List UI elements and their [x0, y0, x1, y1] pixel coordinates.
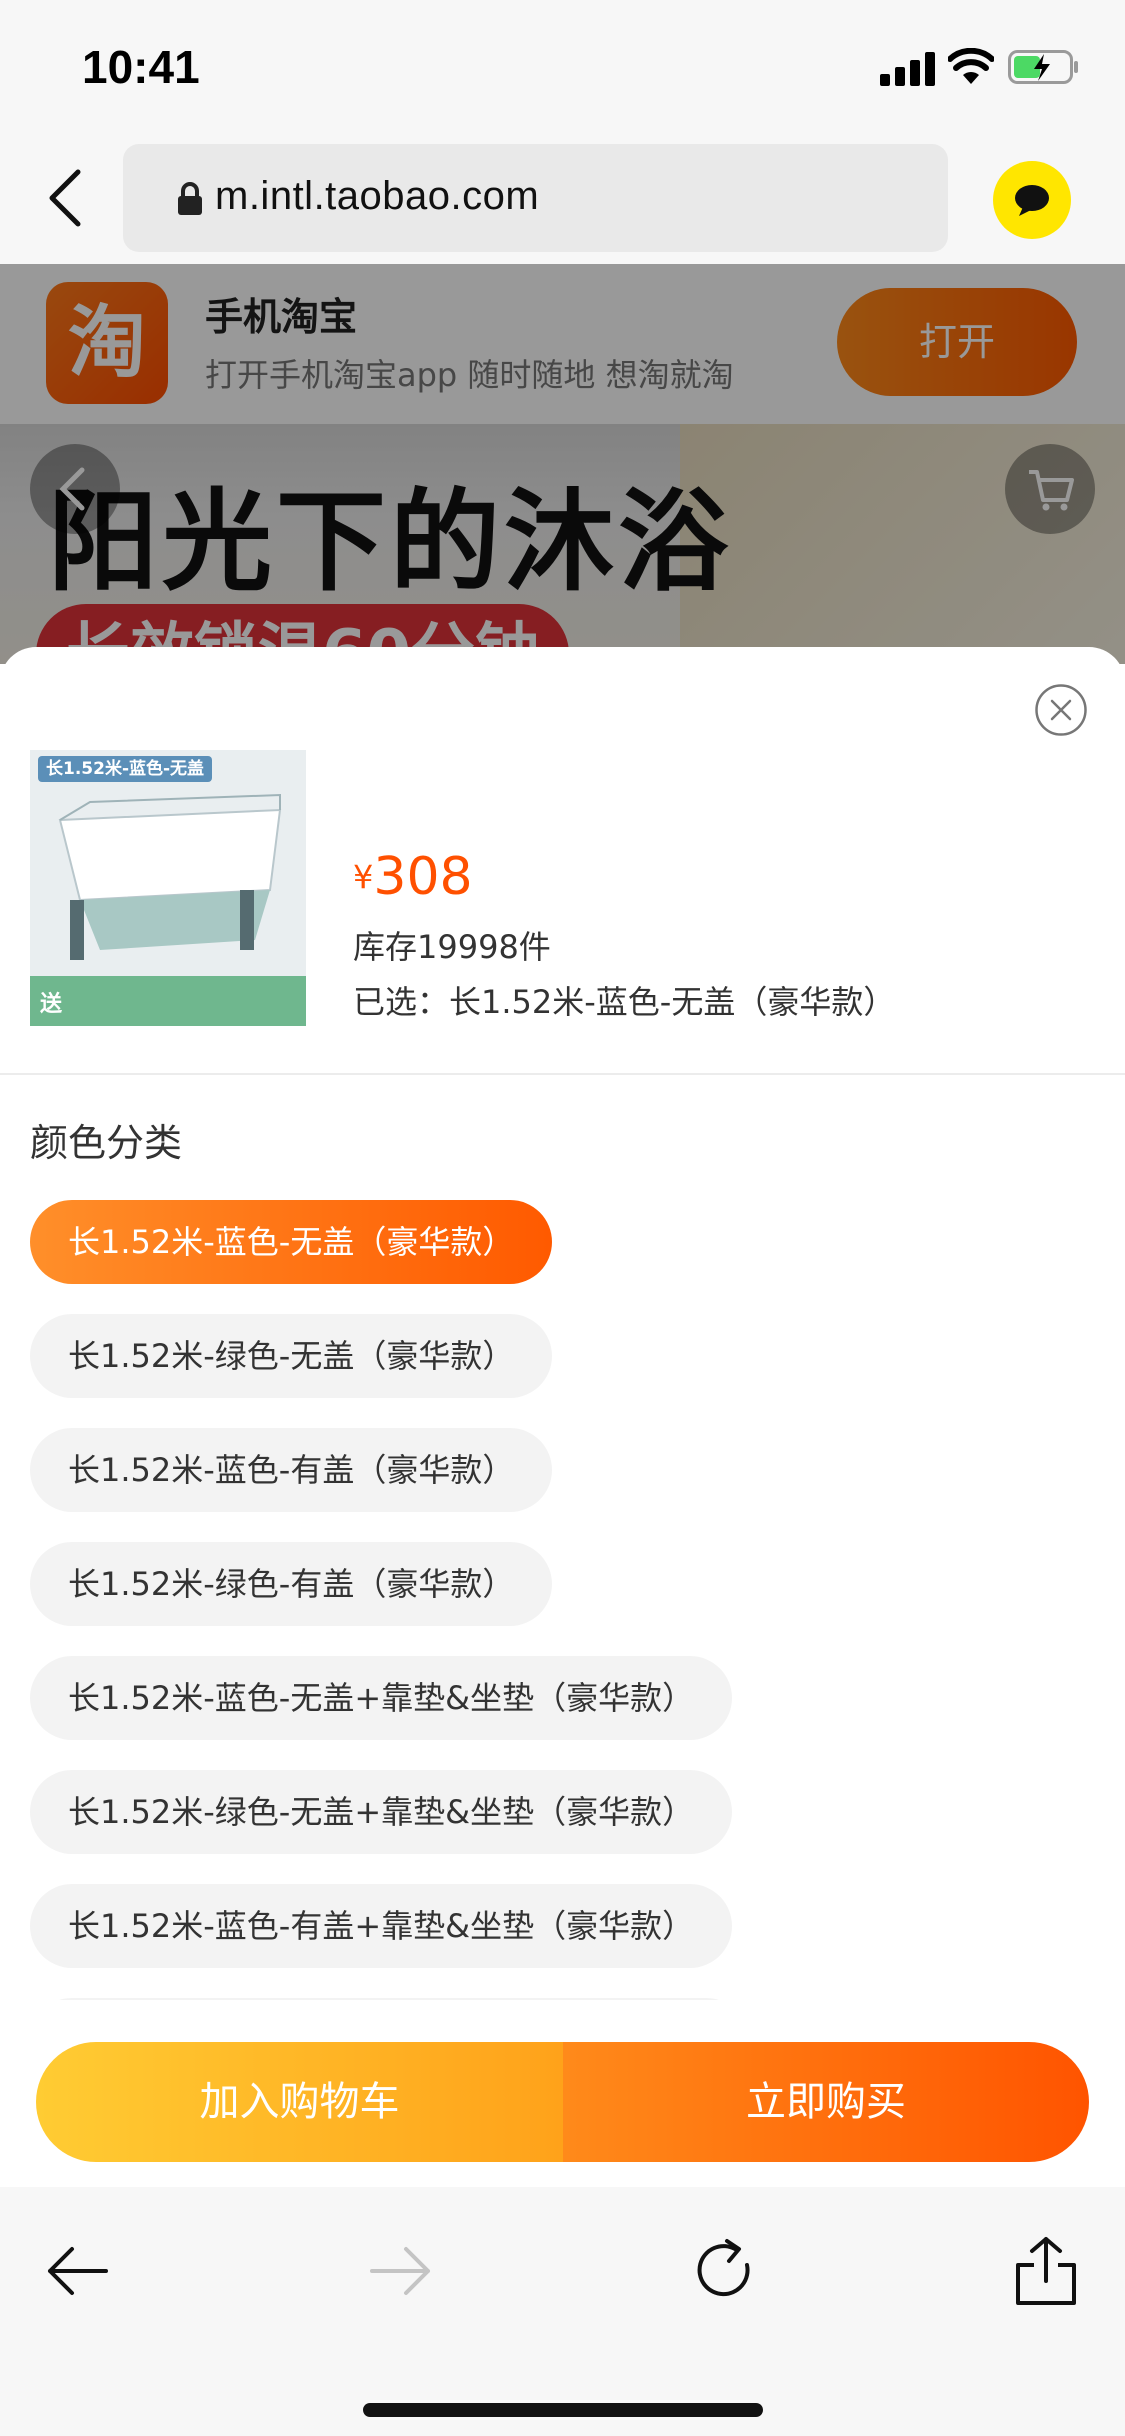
signal-icon [880, 52, 935, 86]
browser-address-bar: m.intl.taobao.com [0, 132, 1125, 264]
variant-option[interactable]: 长1.52米-绿色-有盖（豪华款） [30, 1542, 553, 1626]
price-value: 308 [373, 847, 473, 907]
arrow-back-icon[interactable] [38, 2231, 118, 2311]
back-chevron-icon[interactable] [40, 166, 90, 230]
status-time: 10:41 [82, 41, 200, 93]
sku-selection-sheet: 长1.52米-蓝色-无盖 送 ¥308 库存19998件 已选：长1.52米-蓝… [0, 647, 1125, 2187]
chat-bubble-icon [1015, 185, 1049, 216]
reload-icon[interactable] [685, 2231, 765, 2311]
selected-variant: 已选：长1.52米-蓝色-无盖（豪华款） [353, 983, 896, 1021]
browser-toolbar [0, 2187, 1125, 2436]
divider [0, 1073, 1125, 1075]
bathtub-illustration [58, 793, 282, 960]
variant-option[interactable]: 长1.52米-蓝色-无盖+靠垫&坐垫（豪华款） [30, 1656, 733, 1740]
chat-button[interactable] [993, 161, 1071, 239]
close-icon[interactable] [1034, 683, 1088, 737]
overlay-dim[interactable] [0, 264, 1125, 664]
variant-option[interactable]: 长1.52米-蓝色-有盖（豪华款） [30, 1428, 553, 1512]
thumbnail-gift-strip: 送 [30, 976, 306, 1026]
variant-option[interactable]: 长1.52米-蓝色-有盖+靠垫&坐垫（豪华款） [30, 1884, 733, 1968]
stock-count: 库存19998件 [353, 928, 551, 966]
buy-now-button[interactable]: 立即购买 [563, 2042, 1089, 2162]
lock-icon [178, 182, 202, 215]
home-indicator[interactable] [363, 2403, 763, 2417]
url-field[interactable]: m.intl.taobao.com [123, 144, 948, 252]
url-text: m.intl.taobao.com [215, 174, 540, 218]
gift-label: 送 [40, 992, 63, 1017]
variant-option[interactable] [30, 1998, 748, 2000]
price-symbol: ¥ [353, 858, 374, 896]
variant-option[interactable]: 长1.52米-蓝色-无盖（豪华款） [30, 1200, 553, 1284]
color-category-title: 颜色分类 [30, 1121, 183, 1165]
product-thumbnail[interactable]: 长1.52米-蓝色-无盖 送 [30, 750, 306, 1026]
variant-options: 长1.52米-蓝色-无盖（豪华款） 长1.52米-绿色-无盖（豪华款） 长1.5… [30, 1200, 1095, 2000]
battery-charging-icon [1008, 50, 1078, 84]
background-page: 淘 手机淘宝 打开手机淘宝app 随时随地 想淘就淘 打开 阳光下的沐浴 长效锁… [0, 264, 1125, 664]
variant-option[interactable]: 长1.52米-绿色-无盖（豪华款） [30, 1314, 553, 1398]
variant-option[interactable]: 长1.52米-绿色-无盖+靠垫&坐垫（豪华款） [30, 1770, 733, 1854]
add-to-cart-button[interactable]: 加入购物车 [36, 2042, 563, 2162]
arrow-forward-icon[interactable] [360, 2231, 440, 2311]
share-icon[interactable] [1006, 2231, 1086, 2311]
action-bar: 加入购物车 立即购买 [36, 2042, 1089, 2162]
price: ¥308 [353, 847, 473, 907]
wifi-icon [948, 48, 994, 84]
status-bar: 10:41 [0, 0, 1125, 132]
